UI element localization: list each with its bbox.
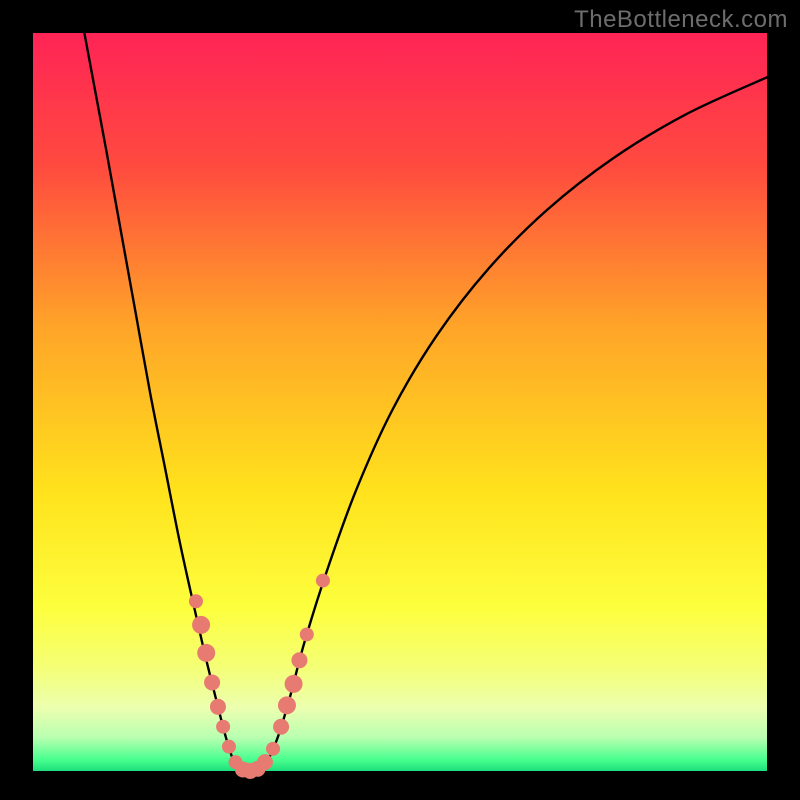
data-dot	[192, 616, 210, 634]
data-dot	[266, 742, 280, 756]
data-dot	[273, 719, 289, 735]
data-dot	[204, 674, 220, 690]
chart-stage: TheBottleneck.com	[0, 0, 800, 800]
data-dot	[216, 720, 230, 734]
data-dot	[222, 740, 236, 754]
bottleneck-chart	[0, 0, 800, 800]
data-dot	[285, 675, 303, 693]
data-dot	[210, 699, 226, 715]
data-dot	[278, 696, 296, 714]
data-dot	[300, 627, 314, 641]
watermark-text: TheBottleneck.com	[574, 6, 788, 34]
data-dot	[316, 574, 330, 588]
data-dot	[197, 644, 215, 662]
data-dot	[189, 594, 203, 608]
data-dot	[257, 754, 273, 770]
data-dot	[291, 652, 307, 668]
plot-background	[33, 33, 767, 771]
